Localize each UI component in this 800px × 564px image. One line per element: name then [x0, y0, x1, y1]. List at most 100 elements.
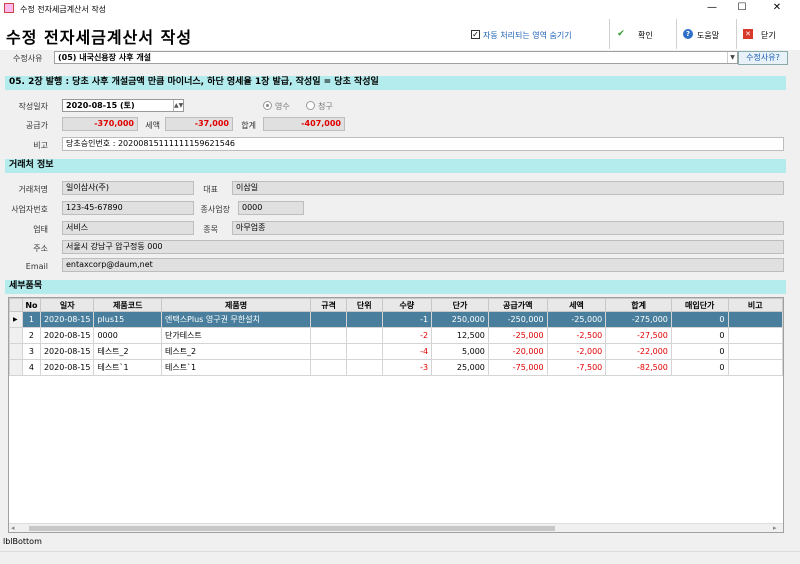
column-header[interactable]: 규격 [310, 298, 347, 312]
cell[interactable]: 2020-08-15 [39, 327, 95, 344]
cell[interactable]: 1 [21, 311, 41, 328]
confirm-button[interactable]: ✔ 확인 [609, 19, 676, 49]
maximize-button[interactable]: ☐ [727, 0, 757, 17]
cell[interactable]: 테스트_2 [160, 343, 312, 360]
reason-select[interactable]: (05) 내국신용장 사후 개설 ▼ [54, 51, 738, 64]
cell[interactable] [345, 343, 383, 360]
reason-help-button[interactable]: 수정사유? [738, 51, 788, 65]
cell[interactable]: 25,000 [431, 359, 489, 376]
column-header[interactable]: 수량 [381, 298, 433, 312]
cell[interactable]: -3 [381, 359, 433, 376]
minimize-button[interactable]: — [697, 0, 727, 17]
cell[interactable]: 0 [670, 311, 729, 328]
horizontal-scrollbar[interactable]: ◂ ▸ [9, 523, 783, 532]
cell[interactable]: -75,000 [487, 359, 548, 376]
cell[interactable] [727, 343, 784, 360]
cell[interactable]: -20,000 [487, 343, 548, 360]
close-window-button[interactable]: ✕ [762, 0, 792, 17]
partner-name-field[interactable]: 일이삼사(주) [62, 181, 194, 195]
cell[interactable] [345, 359, 383, 376]
bizno-field[interactable]: 123-45-67890 [62, 201, 194, 215]
bizitem-field[interactable]: 아무업종 [232, 221, 784, 235]
cell[interactable]: -275,000 [605, 311, 672, 328]
cell[interactable]: 2020-08-15 [39, 359, 95, 376]
cell[interactable]: 단가테스트 [160, 327, 312, 344]
cell[interactable]: 2020-08-15 [39, 311, 95, 328]
cell[interactable]: 0 [670, 327, 729, 344]
biztype-field[interactable]: 서비스 [62, 221, 194, 235]
cell[interactable]: 12,500 [431, 327, 489, 344]
cell[interactable]: 4 [21, 359, 41, 376]
column-header[interactable]: 단위 [345, 298, 383, 312]
scrollbar-thumb[interactable] [29, 526, 555, 531]
cell[interactable]: -7,500 [546, 359, 607, 376]
cell[interactable]: 테스트_2 [93, 343, 162, 360]
cell[interactable]: 2020-08-15 [39, 343, 95, 360]
cell[interactable] [310, 327, 347, 344]
cell[interactable]: 250,000 [431, 311, 489, 328]
cell[interactable]: -22,000 [605, 343, 672, 360]
scroll-right-icon[interactable]: ▸ [773, 524, 777, 532]
cell[interactable]: -2,000 [546, 343, 607, 360]
column-header[interactable]: 제품코드 [93, 298, 162, 312]
cell[interactable]: -25,000 [487, 327, 548, 344]
cell[interactable]: 3 [21, 343, 41, 360]
scroll-left-icon[interactable]: ◂ [11, 524, 15, 532]
column-header[interactable]: 일자 [39, 298, 95, 312]
cell[interactable]: -25,000 [546, 311, 607, 328]
column-header[interactable]: 세액 [546, 298, 607, 312]
cell[interactable]: 0000 [93, 327, 162, 344]
column-header[interactable]: 매입단가 [670, 298, 729, 312]
address-field[interactable]: 서울시 강남구 압구정동 000 [62, 240, 784, 254]
spin-icon[interactable]: ▲▼ [173, 100, 183, 111]
help-button[interactable]: ? 도움말 [676, 19, 736, 49]
auto-hide-label[interactable]: 자동 처리되는 영역 숨기기 [483, 30, 572, 41]
cell[interactable] [727, 327, 784, 344]
radio-claim[interactable] [306, 101, 315, 110]
auto-hide-checkbox[interactable]: ✓ [471, 30, 480, 39]
cell[interactable]: -82,500 [605, 359, 672, 376]
cell[interactable]: 2 [21, 327, 41, 344]
branch-field[interactable]: 0000 [238, 201, 304, 215]
column-header[interactable]: 공급가액 [487, 298, 548, 312]
cell[interactable]: -4 [381, 343, 433, 360]
row-header[interactable] [9, 327, 23, 344]
column-header[interactable]: No [21, 298, 41, 312]
column-header[interactable]: 단가 [431, 298, 489, 312]
ceo-field[interactable]: 이삼일 [232, 181, 784, 195]
cell[interactable] [727, 311, 784, 328]
cell[interactable] [310, 311, 347, 328]
column-header[interactable]: 합계 [605, 298, 672, 312]
cell[interactable]: 0 [670, 343, 729, 360]
email-field[interactable]: entaxcorp@daum,net [62, 258, 784, 272]
cell[interactable]: -2 [381, 327, 433, 344]
row-header[interactable] [9, 343, 23, 360]
row-header[interactable] [9, 359, 23, 376]
cell[interactable] [345, 311, 383, 328]
table-row[interactable]: ▶ 1 2020-08-15 plus15 엔택스Plus 영구권 무한설치 -… [9, 311, 784, 328]
cell[interactable]: -2,500 [546, 327, 607, 344]
table-row[interactable]: 3 2020-08-15 테스트_2 테스트_2 -4 5,000 -20,00… [9, 343, 784, 360]
cell[interactable]: -27,500 [605, 327, 672, 344]
cell[interactable]: 5,000 [431, 343, 489, 360]
cell[interactable]: 테스트`1 [160, 359, 312, 376]
table-row[interactable]: 2 2020-08-15 0000 단가테스트 -2 12,500 -25,00… [9, 327, 784, 344]
cell[interactable]: plus15 [93, 311, 162, 328]
items-grid[interactable]: No 일자 제품코드 제품명 규격 단위 수량 단가 공급가액 세액 합계 매입… [8, 297, 784, 533]
cell[interactable] [310, 343, 347, 360]
chevron-down-icon[interactable]: ▼ [727, 52, 737, 63]
cell[interactable]: 테스트`1 [93, 359, 162, 376]
row-pointer-icon[interactable]: ▶ [9, 311, 23, 328]
cell[interactable] [345, 327, 383, 344]
column-header[interactable]: 비고 [727, 298, 784, 312]
cell[interactable]: -250,000 [487, 311, 548, 328]
radio-receipt[interactable] [263, 101, 272, 110]
close-button[interactable]: ✕ 닫기 [736, 19, 794, 49]
memo-input[interactable]: 당초승인번호 : 20200815111111159621546 [62, 137, 784, 151]
cell[interactable]: 엔택스Plus 영구권 무한설치 [160, 311, 312, 328]
cell[interactable]: -1 [381, 311, 433, 328]
cell[interactable] [310, 359, 347, 376]
date-picker[interactable]: 2020-08-15 (토) ▲▼ [62, 99, 184, 112]
cell[interactable]: 0 [670, 359, 729, 376]
column-header[interactable]: 제품명 [160, 298, 312, 312]
